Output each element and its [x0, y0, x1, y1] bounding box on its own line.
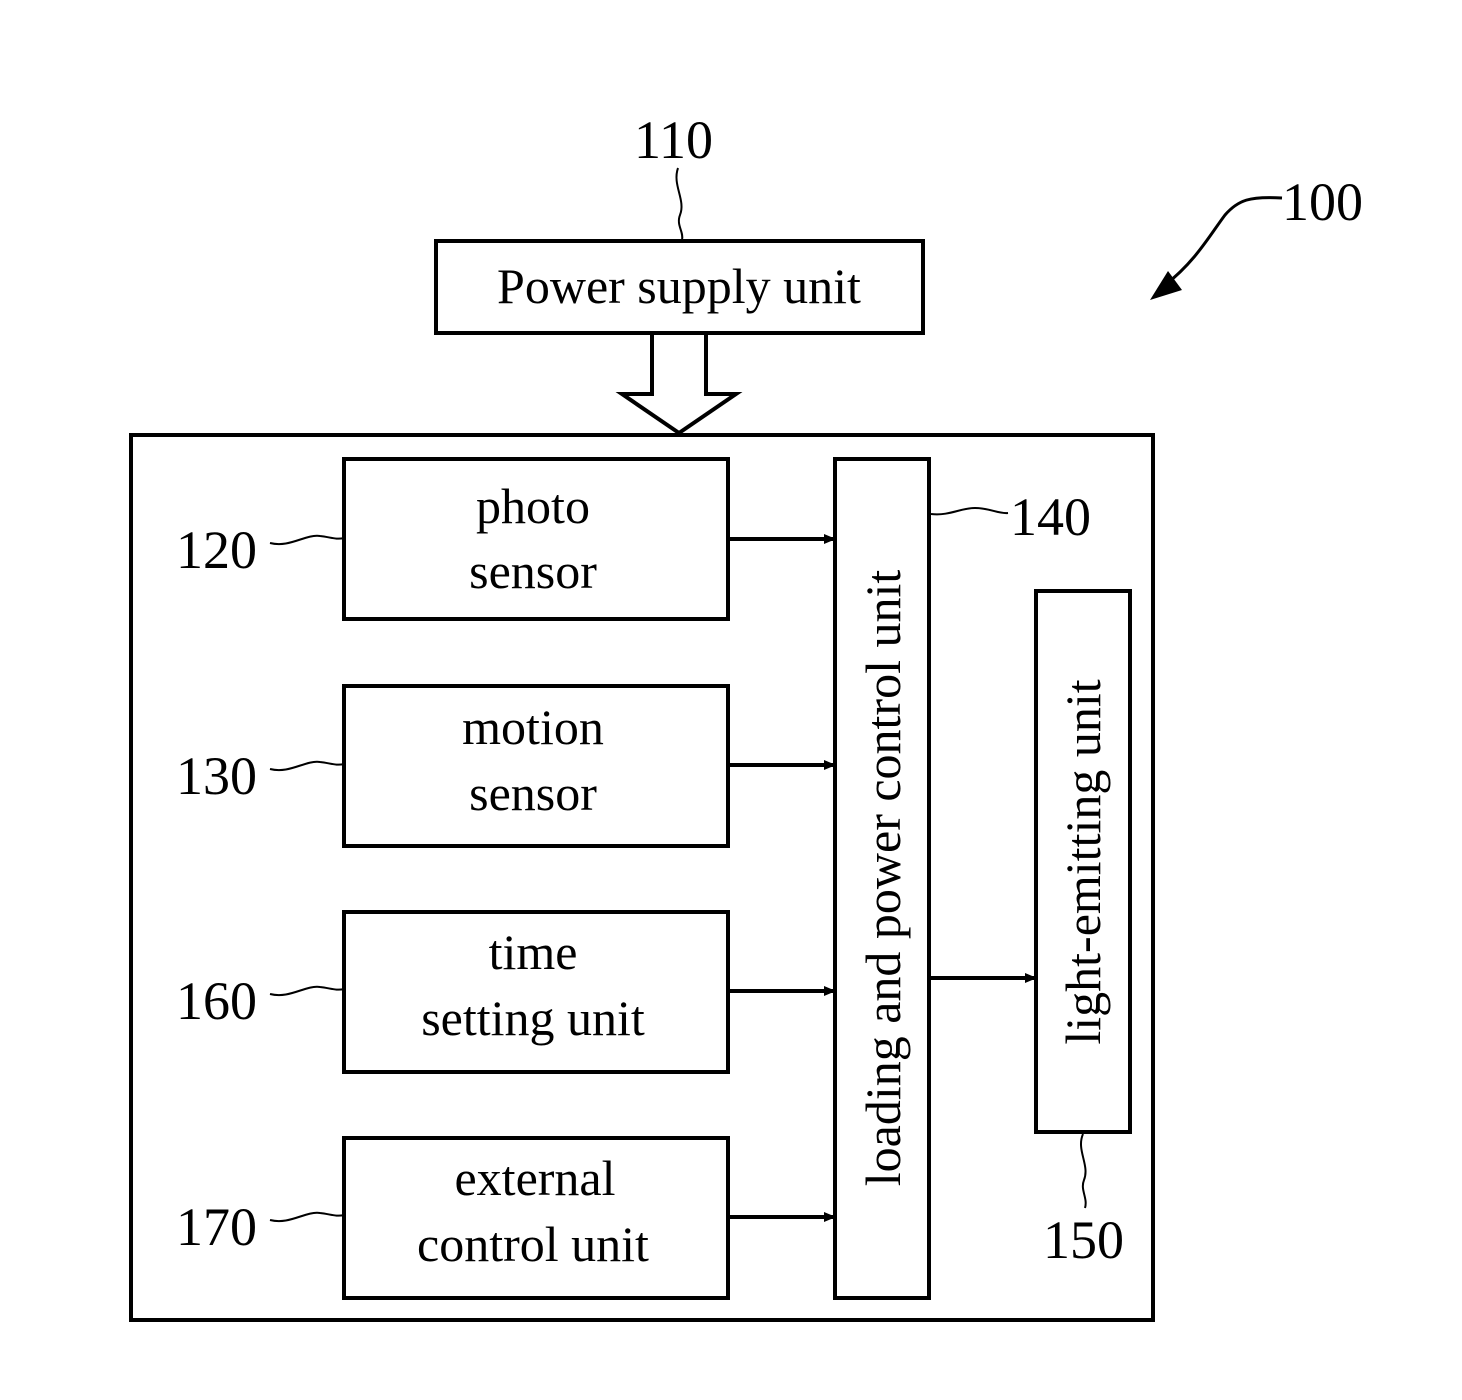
power-supply-block: 110 Power supply unit	[434, 110, 925, 335]
leader-line-160	[269, 985, 345, 997]
motion-sensor-block: 130 motion sensor	[176, 684, 836, 848]
ref-label-120: 120	[176, 520, 257, 580]
leader-line-150	[1080, 1133, 1087, 1209]
photo-sensor-label-line2: sensor	[469, 543, 597, 599]
leader-line-110	[675, 167, 684, 241]
ref-label-140: 140	[1010, 487, 1091, 547]
block-diagram: 100 110 Power supply unit 120 photo sens…	[129, 110, 1363, 1322]
ref-label-160: 160	[176, 971, 257, 1031]
ref-label-150: 150	[1043, 1210, 1124, 1270]
light-emitting-label: light-emitting unit	[1055, 679, 1111, 1044]
time-setting-label-line1: time	[489, 924, 578, 980]
loading-power-control-label: loading and power control unit	[855, 570, 911, 1187]
motion-sensor-label-line2: sensor	[469, 765, 597, 821]
light-emitting-block: light-emitting unit 150	[1034, 589, 1132, 1270]
external-control-label-line2: control unit	[417, 1216, 649, 1272]
external-control-label-line1: external	[454, 1150, 615, 1206]
power-supply-label: Power supply unit	[497, 258, 861, 314]
power-flow-arrow-icon	[615, 335, 743, 436]
motion-sensor-label-line1: motion	[462, 699, 604, 755]
ref-label-170: 170	[176, 1197, 257, 1257]
ref-label-100: 100	[1282, 172, 1363, 232]
ref-label-130: 130	[176, 746, 257, 806]
external-control-block: 170 external control unit	[176, 1136, 836, 1300]
photo-sensor-label-line1: photo	[476, 478, 590, 534]
ref-label-110: 110	[634, 110, 713, 170]
system-reference: 100	[1150, 172, 1363, 300]
time-setting-block: 160 time setting unit	[176, 910, 836, 1074]
pointer-arrow-100-line	[1164, 196, 1283, 287]
leader-line-170	[269, 1211, 345, 1223]
leader-line-130	[269, 760, 345, 772]
leader-line-140	[930, 506, 1009, 516]
time-setting-label-line2: setting unit	[421, 990, 645, 1046]
leader-line-120	[269, 534, 345, 546]
photo-sensor-block: 120 photo sensor	[176, 457, 836, 621]
